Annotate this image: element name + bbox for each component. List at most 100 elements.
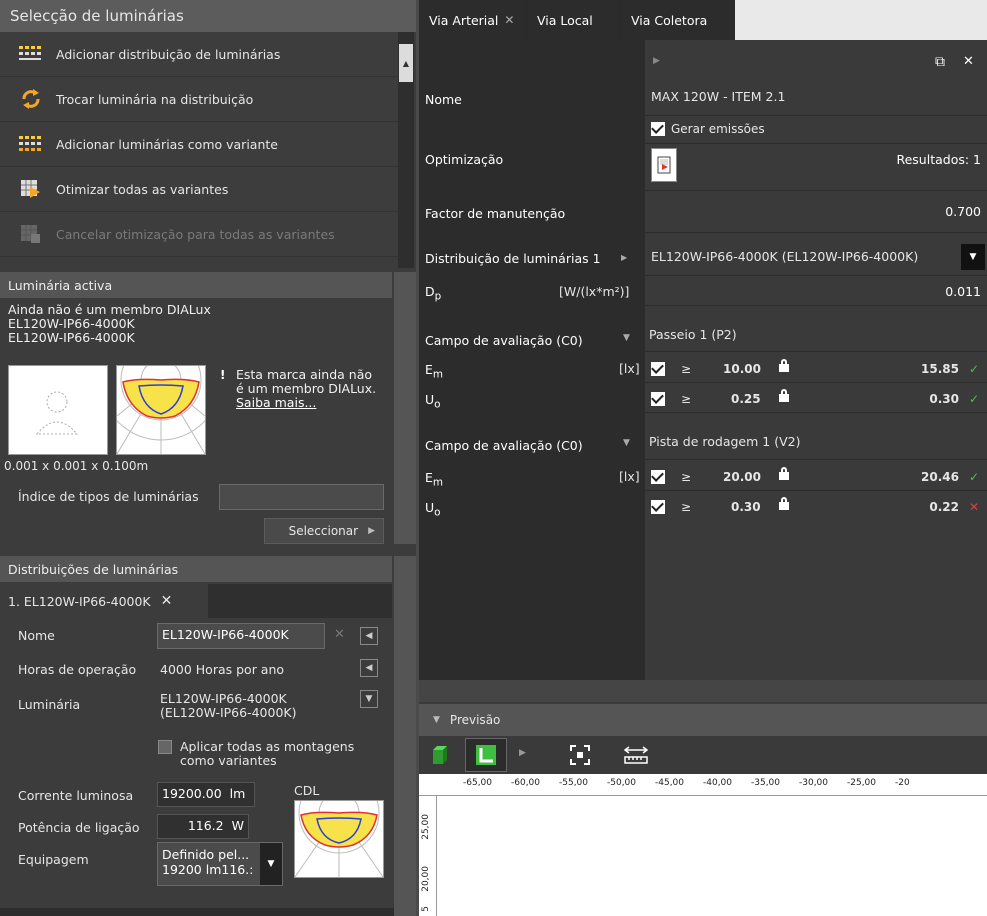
apply-all-checkbox[interactable]	[158, 740, 172, 754]
road-tabs: Via Arterial ✕ Via Local Via Coletora	[419, 0, 987, 40]
property-labels-column	[419, 40, 645, 680]
scroll-up-icon[interactable]: ▲	[399, 44, 413, 82]
evaluation-field-2-label: Campo de avaliação (C0)	[425, 438, 583, 453]
power-input[interactable]: 116.2 W	[157, 814, 249, 839]
distribution-tabbar: 1. EL120W-IP66-4000K ✕	[0, 584, 392, 618]
float-window-icon[interactable]: ⧉	[935, 54, 945, 70]
luminaire-info: Ainda não é um membro DIALux EL120W-IP66…	[8, 303, 211, 345]
luminaire-name: EL120W-IP66-4000K	[8, 316, 135, 331]
chevron-down-icon[interactable]: ▼	[433, 715, 440, 725]
tab-distribution-1[interactable]: 1. EL120W-IP66-4000K ✕	[0, 584, 208, 618]
uo1-required[interactable]: 0.25	[731, 392, 761, 406]
luminaire-value: EL120W-IP66-4000K (EL120W-IP66-4000K)	[160, 692, 297, 720]
uo2-required[interactable]: 0.30	[731, 500, 761, 514]
equipment-label: Equipagem	[18, 852, 89, 867]
optimization-icon	[657, 156, 671, 174]
flux-input[interactable]: 19200.00 lm	[157, 782, 255, 807]
tab-via-arterial[interactable]: Via Arterial ✕	[419, 0, 527, 40]
em1-checkbox[interactable]	[651, 362, 665, 379]
generate-emissions-toggle[interactable]: Gerar emissões	[651, 122, 765, 136]
panel-splitter[interactable]	[419, 680, 987, 702]
cdl-label: CDL	[294, 783, 320, 798]
tab-via-local[interactable]: Via Local	[527, 0, 621, 40]
chevron-down-icon[interactable]: ▼	[360, 690, 378, 708]
ruler-tick: 20,00	[421, 866, 431, 892]
preview-canvas[interactable]: -65,00 -60,00 -55,00 -50,00 -45,00 -40,00 -35,…	[419, 774, 987, 916]
chevron-down-icon[interactable]: ▼	[623, 333, 630, 343]
uo-symbol: U	[425, 500, 435, 515]
cdl-diagram	[294, 772, 384, 878]
em1-required[interactable]: 10.00	[723, 362, 761, 376]
cancel-optimize-icon	[18, 224, 44, 244]
evaluation-field-1-label: Campo de avaliação (C0)	[425, 333, 583, 348]
chevron-down-icon[interactable]: ▼	[961, 244, 985, 270]
ruler-tick: -25,00	[847, 778, 877, 788]
optimize-all-button[interactable]: Otimizar todas as variantes	[0, 167, 398, 212]
power-label: Potência de ligação	[18, 820, 140, 835]
action-label: Trocar luminária na distribuição	[56, 91, 254, 107]
optimization-button[interactable]	[651, 148, 677, 182]
type-index-input[interactable]	[219, 484, 384, 510]
flux-unit: lm	[229, 786, 246, 801]
em1-geq: ≥	[681, 362, 692, 376]
lock-icon[interactable]	[779, 497, 789, 513]
em2-required[interactable]: 20.00	[723, 470, 761, 484]
maintenance-factor-value[interactable]: 0.700	[945, 204, 981, 219]
em2-checkbox[interactable]	[651, 470, 665, 487]
lock-icon[interactable]	[779, 359, 789, 375]
lock-icon[interactable]	[779, 389, 789, 405]
equipment-select[interactable]: Definido pel... 19200 lm116.: ▼	[157, 842, 283, 886]
actions-scrollbar[interactable]: ▲	[398, 32, 414, 268]
distributions-scrollbar[interactable]	[394, 556, 416, 916]
em1-label: Em	[425, 362, 443, 381]
cancel-optimize-button[interactable]: Cancelar otimização para todas as varian…	[0, 212, 398, 257]
panel-title: Selecção de luminárias	[0, 0, 416, 32]
notice-line: é um membro DIALux.	[236, 381, 377, 396]
chevron-right-icon[interactable]: ▶	[519, 748, 526, 758]
fit-view-icon[interactable]	[569, 744, 591, 766]
clear-icon[interactable]: ✕	[334, 627, 345, 642]
add-variant-button[interactable]: Adicionar luminárias como variante	[0, 122, 398, 167]
select-button[interactable]: Seleccionar ▶	[264, 518, 384, 544]
close-icon[interactable]: ✕	[161, 593, 173, 609]
3d-view-icon[interactable]	[427, 742, 453, 768]
active-luminaire-scrollbar[interactable]	[394, 272, 416, 544]
brand-notice: Esta marca ainda não é um membro DIALux.…	[236, 368, 376, 410]
actions-list: Adicionar distribuição de luminárias Tro…	[0, 32, 398, 257]
luminaire-photo	[8, 365, 108, 455]
action-label: Adicionar distribuição de luminárias	[56, 46, 281, 62]
check-icon: ✓	[968, 392, 979, 406]
warning-icon: !	[220, 368, 226, 382]
select-button-label: Seleccionar	[288, 524, 359, 538]
measure-icon[interactable]	[623, 744, 649, 766]
power-unit: W	[231, 818, 244, 833]
property-values-column	[645, 40, 987, 680]
tab-label: Via Arterial	[429, 12, 499, 28]
generate-emissions-checkbox[interactable]	[651, 122, 665, 136]
close-icon[interactable]: ✕	[963, 54, 974, 69]
luminaire-selection-panel: Selecção de luminárias Adicionar distrib…	[0, 0, 416, 916]
dp-value: 0.011	[945, 284, 981, 299]
uo2-checkbox[interactable]	[651, 500, 665, 517]
chevron-right-icon[interactable]: ▶	[621, 253, 627, 262]
preview-header[interactable]: ▼ Previsão	[419, 704, 987, 736]
active-luminaire-header: Luminária activa	[0, 272, 392, 298]
lock-icon[interactable]	[779, 467, 789, 483]
plan-view-icon	[476, 745, 496, 765]
chevron-down-icon[interactable]: ▼	[260, 843, 282, 885]
em1-unit: [lx]	[619, 361, 640, 376]
close-icon[interactable]: ✕	[504, 13, 514, 27]
chevron-down-icon[interactable]: ▼	[623, 438, 630, 448]
chevron-left-icon[interactable]: ◀	[360, 627, 378, 645]
ruler-tick: -50,00	[607, 778, 637, 788]
expand-arrow-icon[interactable]: ▶	[653, 56, 660, 66]
learn-more-link[interactable]: Saiba mais...	[236, 396, 376, 410]
swap-luminaire-button[interactable]: Trocar luminária na distribuição	[0, 77, 398, 122]
name-input[interactable]: EL120W-IP66-4000K	[157, 623, 325, 649]
chevron-right-icon: ▶	[368, 526, 375, 536]
plan-view-button[interactable]	[465, 738, 507, 772]
uo1-checkbox[interactable]	[651, 392, 665, 409]
add-distribution-button[interactable]: Adicionar distribuição de luminárias	[0, 32, 398, 77]
tab-via-coletora[interactable]: Via Coletora	[621, 0, 735, 40]
chevron-left-icon[interactable]: ◀	[360, 659, 378, 677]
